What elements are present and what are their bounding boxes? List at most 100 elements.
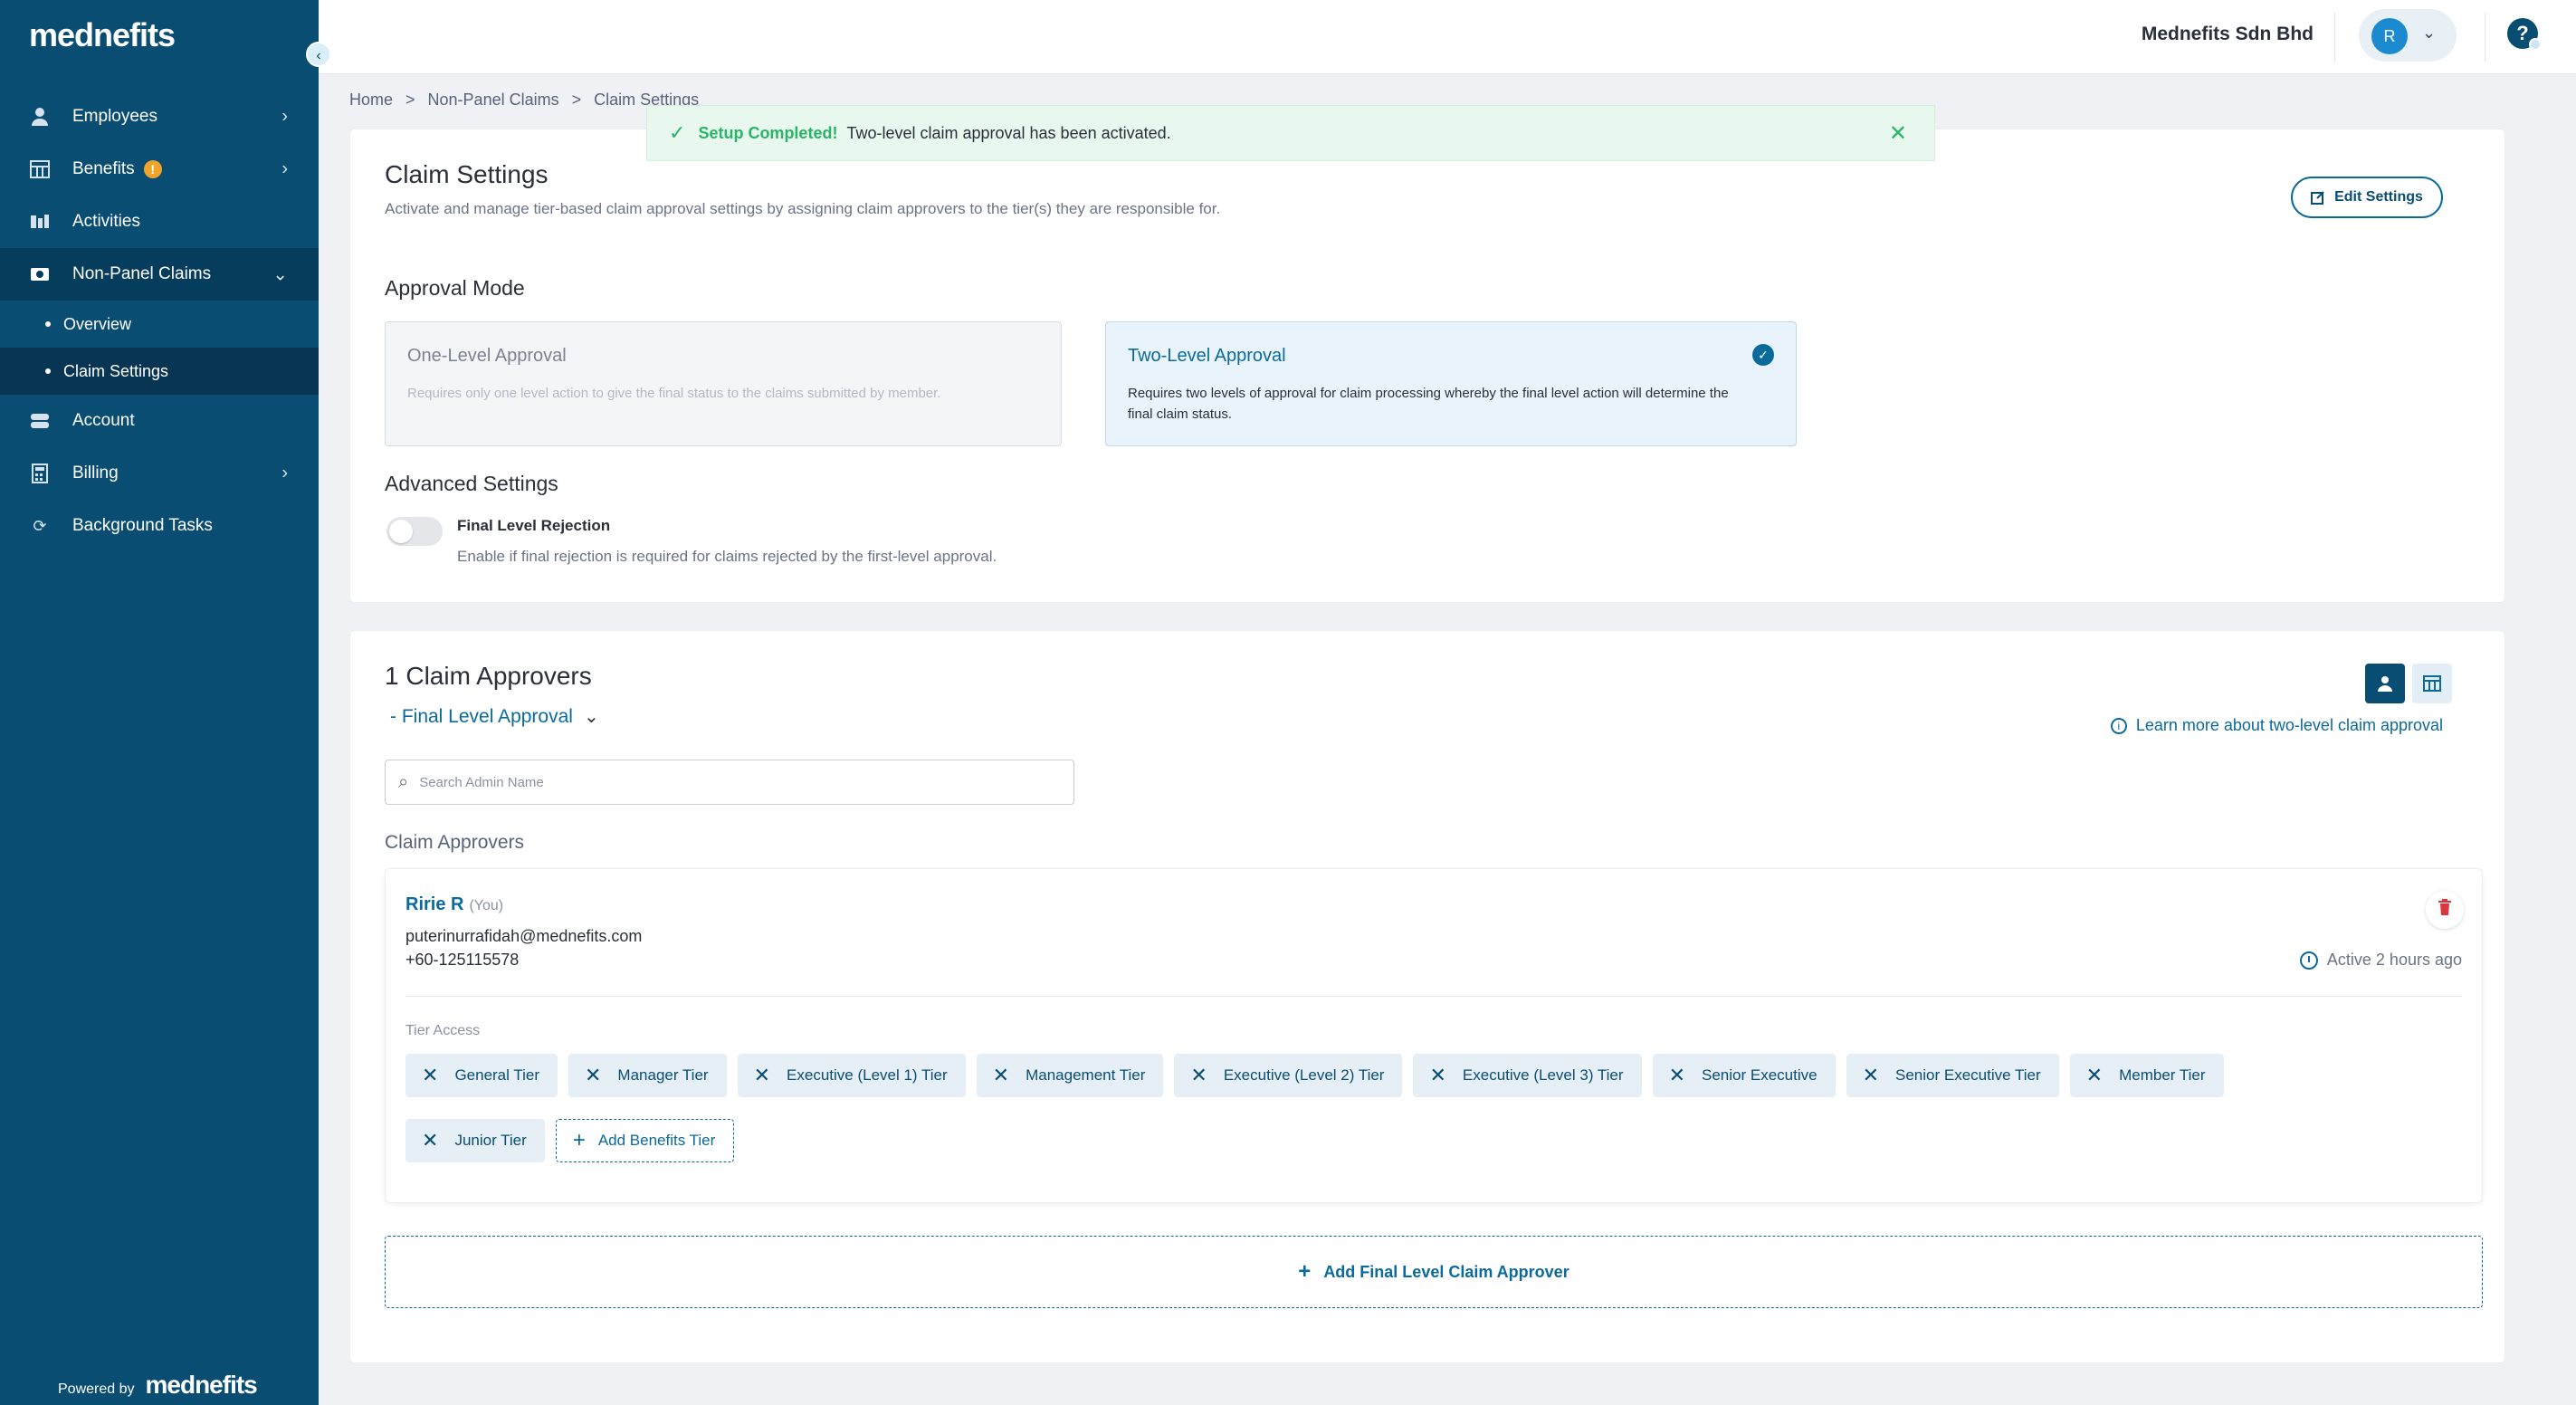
tier-chip[interactable]: ✕ Senior Executive Tier xyxy=(1846,1054,2059,1097)
remove-icon[interactable]: ✕ xyxy=(422,1129,438,1152)
tier-chip[interactable]: ✕ Executive (Level 2) Tier xyxy=(1174,1054,1403,1097)
add-final-level-approver-button[interactable]: + Add Final Level Claim Approver xyxy=(385,1236,2483,1308)
remove-icon[interactable]: ✕ xyxy=(1429,1064,1445,1087)
mednefits-logo[interactable]: mednefits xyxy=(29,16,176,54)
remove-icon[interactable]: ✕ xyxy=(1190,1064,1207,1087)
edit-settings-label: Edit Settings xyxy=(2334,189,2423,205)
remove-icon[interactable]: ✕ xyxy=(1669,1064,1685,1087)
tier-chip-label: Junior Tier xyxy=(454,1132,527,1149)
sidebar-nav: Employees › Benefits ! › Activities Non-… xyxy=(0,91,319,552)
add-approver-label: Add Final Level Claim Approver xyxy=(1323,1262,1569,1281)
tier-chip[interactable]: ✕ Executive (Level 1) Tier xyxy=(737,1054,966,1097)
powered-by-label: Powered by xyxy=(58,1381,135,1397)
divider xyxy=(2334,13,2335,62)
search-input[interactable] xyxy=(419,774,1035,790)
sync-icon: ⟳ xyxy=(33,516,47,535)
remove-icon[interactable]: ✕ xyxy=(2086,1064,2103,1087)
close-icon[interactable]: ✕ xyxy=(1889,120,1907,147)
bullet-icon xyxy=(45,321,51,327)
remove-icon[interactable]: ✕ xyxy=(585,1064,601,1087)
toast-message: Two-level claim approval has been activa… xyxy=(846,123,1171,142)
search-admin-field[interactable]: ⌕ xyxy=(385,760,1074,805)
toggle-label: Final Level Rejection xyxy=(457,517,611,534)
chevron-down-icon: ⌄ xyxy=(583,707,599,727)
card-view-button[interactable] xyxy=(2365,664,2405,703)
sidebar-item-non-panel-claims[interactable]: Non-Panel Claims ⌄ xyxy=(0,248,319,301)
final-level-rejection-toggle[interactable] xyxy=(386,517,443,546)
one-level-approval-option[interactable]: One-Level Approval Requires only one lev… xyxy=(385,321,1062,446)
claim-approvers-card: 1 Claim Approvers - Final Level Approval… xyxy=(349,630,2505,1363)
activities-icon xyxy=(29,212,51,232)
remove-icon[interactable]: ✕ xyxy=(1863,1064,1879,1087)
topbar: Mednefits Sdn Bhd R ⌄ ? xyxy=(319,0,2576,74)
approver-email: puterinurrafidah@mednefits.com xyxy=(405,927,643,945)
sidebar-subitem-label: Claim Settings xyxy=(63,361,169,380)
remove-icon[interactable]: ✕ xyxy=(422,1064,438,1087)
sidebar-item-benefits[interactable]: Benefits ! › xyxy=(0,143,319,196)
approver-card: Ririe R (You) puterinurrafidah@mednefits.… xyxy=(385,868,2483,1203)
approver-name: Ririe R xyxy=(405,894,464,914)
approval-level-dropdown[interactable]: - Final Level Approval ⌄ xyxy=(390,705,599,728)
chevron-down-icon: ⌄ xyxy=(272,264,288,285)
sidebar-subitem-overview[interactable]: Overview xyxy=(0,301,319,348)
success-toast: ✓ Setup Completed! Two-level claim appro… xyxy=(646,105,1935,161)
breadcrumb-non-panel-claims[interactable]: Non-Panel Claims xyxy=(428,91,559,110)
tier-chip[interactable]: ✕ Executive (Level 3) Tier xyxy=(1413,1054,1642,1097)
tier-chip[interactable]: ✕ Manager Tier xyxy=(568,1054,727,1097)
trash-icon xyxy=(2438,899,2451,915)
tier-chip-label: Executive (Level 3) Tier xyxy=(1462,1066,1624,1084)
chevron-right-icon: › xyxy=(281,158,288,179)
sidebar-item-label: Account xyxy=(72,411,135,430)
remove-icon[interactable]: ✕ xyxy=(993,1064,1009,1087)
sidebar-item-employees[interactable]: Employees › xyxy=(0,91,319,143)
tier-chip[interactable]: ✕ Junior Tier xyxy=(405,1119,545,1162)
plus-icon: + xyxy=(1298,1259,1312,1284)
delete-approver-button[interactable] xyxy=(2426,891,2464,929)
approver-phone: +60-125115578 xyxy=(405,951,520,969)
powered-by: Powered by mednefits xyxy=(58,1371,258,1400)
add-tier-label: Add Benefits Tier xyxy=(597,1132,716,1149)
sidebar-item-label: Background Tasks xyxy=(72,516,213,535)
breadcrumb-home[interactable]: Home xyxy=(349,91,393,110)
avatar: R xyxy=(2371,18,2408,54)
search-icon: ⌕ xyxy=(398,771,409,792)
chat-bubble-icon xyxy=(2529,38,2542,51)
table-icon xyxy=(2423,675,2441,692)
sidebar: mednefits ‹ Employees › Benefits ! › Act… xyxy=(0,0,331,1405)
add-benefits-tier-button[interactable]: + Add Benefits Tier xyxy=(555,1119,735,1162)
tier-chip-label: General Tier xyxy=(454,1066,539,1084)
mode-title: Two-Level Approval xyxy=(1128,346,1286,366)
table-view-button[interactable] xyxy=(2412,664,2452,703)
tier-chip-label: Member Tier xyxy=(2119,1066,2206,1084)
tier-chip[interactable]: ✕ General Tier xyxy=(405,1054,558,1097)
tier-chip-list: ✕ General Tier ✕ Manager Tier ✕ Executive (… xyxy=(405,1054,2469,1162)
sidebar-subitem-claim-settings[interactable]: Claim Settings xyxy=(0,348,319,395)
claims-icon xyxy=(29,264,51,284)
edit-settings-button[interactable]: Edit Settings xyxy=(2291,177,2443,218)
benefits-icon xyxy=(29,159,51,179)
sidebar-subitem-label: Overview xyxy=(63,314,132,333)
remove-icon[interactable]: ✕ xyxy=(754,1064,770,1087)
sidebar-item-activities[interactable]: Activities xyxy=(0,196,319,248)
sidebar-item-billing[interactable]: Billing › xyxy=(0,447,319,500)
active-status-text: Active 2 hours ago xyxy=(2326,951,2462,969)
check-icon: ✓ xyxy=(669,121,686,144)
sidebar-item-label: Benefits xyxy=(72,159,135,178)
account-icon xyxy=(29,411,51,431)
warning-badge-icon: ! xyxy=(143,160,162,178)
two-level-approval-option[interactable]: Two-Level Approval Requires two levels o… xyxy=(1105,321,1797,446)
learn-more-link[interactable]: i Learn more about two-level claim appro… xyxy=(2110,716,2443,735)
sidebar-collapse-button[interactable]: ‹ xyxy=(306,42,331,67)
sidebar-item-label: Billing xyxy=(72,464,119,483)
tier-chip-label: Executive (Level 1) Tier xyxy=(787,1066,948,1084)
toast-title: Setup Completed! xyxy=(698,123,838,142)
sidebar-item-account[interactable]: Account xyxy=(0,395,319,447)
tier-chip[interactable]: ✕ Senior Executive xyxy=(1652,1054,1836,1097)
tier-chip-label: Executive (Level 2) Tier xyxy=(1223,1066,1385,1084)
breadcrumb-separator: > xyxy=(571,91,582,109)
tier-chip[interactable]: ✕ Member Tier xyxy=(2069,1054,2224,1097)
tier-chip[interactable]: ✕ Management Tier xyxy=(976,1054,1164,1097)
active-status: Active 2 hours ago xyxy=(2299,951,2462,970)
user-menu[interactable]: R ⌄ xyxy=(2359,9,2457,62)
sidebar-item-background-tasks[interactable]: ⟳ Background Tasks xyxy=(0,500,319,552)
